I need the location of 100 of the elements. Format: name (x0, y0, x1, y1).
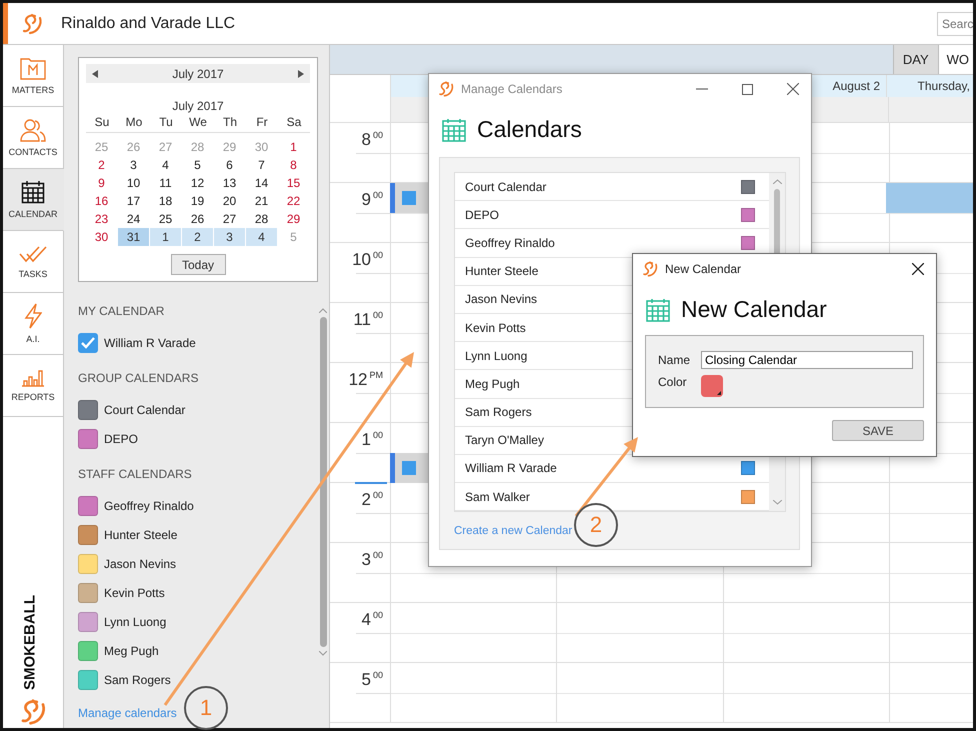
color-swatch[interactable] (78, 428, 98, 448)
day-cell[interactable]: 25 (150, 210, 181, 228)
nav-item[interactable]: MATTERS (3, 45, 64, 107)
day-cell[interactable]: 15 (278, 174, 309, 192)
day-cell[interactable]: 4 (150, 156, 181, 174)
day-cell[interactable]: 3 (118, 156, 149, 174)
hour-label: 2$^{00}$ (362, 490, 383, 510)
next-arrow-icon[interactable] (298, 70, 304, 78)
scroll-up-icon[interactable] (319, 308, 327, 313)
calendar-name: Sam Rogers (104, 672, 171, 686)
firm-title: Rinaldo and Varade LLC (61, 14, 236, 32)
day-cell[interactable]: 4 (246, 228, 277, 246)
calendar-name: Lynn Luong (104, 614, 166, 628)
day-cell[interactable]: 16 (86, 192, 117, 210)
day-cell[interactable]: 9 (86, 174, 117, 192)
day-cell[interactable]: 22 (278, 192, 309, 210)
hour-label: 10$^{00}$ (352, 250, 383, 270)
minimize-icon[interactable] (696, 88, 708, 90)
section-heading: STAFF CALENDARS (78, 466, 193, 483)
day-cell[interactable]: 26 (182, 210, 213, 228)
hour-label: 4$^{00}$ (362, 610, 383, 630)
day-cell[interactable]: 3 (214, 228, 245, 246)
day-cell[interactable]: 1 (150, 228, 181, 246)
day-cell[interactable]: 14 (246, 174, 277, 192)
weekday-label: Th (222, 115, 238, 129)
day-cell[interactable]: 23 (86, 210, 117, 228)
scroll-thumb[interactable] (320, 317, 326, 647)
day-header: Thursday, (887, 75, 973, 97)
close-icon[interactable] (912, 263, 924, 275)
nav-item[interactable]: A.I. (3, 293, 64, 355)
hour-label: 1$^{00}$ (362, 430, 383, 450)
brand-wordmark: SMOKEBALL (20, 594, 40, 692)
color-picker[interactable] (701, 375, 723, 397)
calendar-row[interactable]: Court Calendar (455, 173, 769, 202)
folder-icon (20, 56, 46, 80)
weekday-label: Su (94, 115, 110, 129)
dialog-title: Manage Calendars (461, 82, 564, 96)
day-cell[interactable]: 7 (246, 156, 277, 174)
calendar-row[interactable]: Sam Walker (455, 483, 769, 512)
step-number-badge: 2 (574, 503, 618, 547)
nav-item[interactable]: CONTACTS (3, 107, 64, 169)
search-field[interactable]: Searc (937, 12, 973, 36)
month-nav-title: July 2017 (172, 66, 224, 80)
lightning-icon (24, 303, 42, 329)
color-swatch[interactable] (78, 496, 98, 516)
weekday-label: Mo (124, 115, 144, 129)
day-cell[interactable]: 21 (246, 192, 277, 210)
color-swatch[interactable] (78, 582, 98, 602)
color-swatch[interactable] (78, 400, 98, 420)
day-cell[interactable]: 28 (246, 210, 277, 228)
today-button[interactable]: Today (170, 254, 226, 275)
day-cell[interactable]: 2 (86, 156, 117, 174)
calendar-row[interactable]: DEPO (455, 201, 769, 230)
day-cell[interactable]: 27 (214, 210, 245, 228)
bar-chart-icon (21, 369, 45, 387)
nav-item[interactable]: TASKS (3, 231, 64, 293)
day-cell[interactable]: 19 (182, 192, 213, 210)
day-cell[interactable]: 13 (214, 174, 245, 192)
day-cell[interactable]: 8 (278, 156, 309, 174)
view-tab[interactable]: WO (938, 45, 973, 74)
day-cell[interactable]: 12 (182, 174, 213, 192)
day-cell[interactable]: 11 (150, 174, 181, 192)
weekday-label: Fr (255, 115, 269, 129)
day-cell[interactable]: 2 (182, 228, 213, 246)
day-cell[interactable]: 20 (214, 192, 245, 210)
day-cell[interactable]: 6 (214, 156, 245, 174)
hour-label: 9$^{00}$ (362, 190, 383, 210)
scroll-down-icon[interactable] (772, 500, 782, 505)
view-tab[interactable]: DAY (892, 45, 938, 74)
hour-label: 12$^{PM}$ (348, 370, 383, 390)
day-cell[interactable]: 24 (118, 210, 149, 228)
nav-item[interactable]: CALENDAR (3, 169, 64, 231)
calendar-name: Geoffrey Rinaldo (104, 498, 194, 512)
color-swatch[interactable] (78, 524, 98, 544)
day-cell[interactable]: 5 (182, 156, 213, 174)
day-cell[interactable]: 17 (118, 192, 149, 210)
day-cell[interactable]: 10 (118, 174, 149, 192)
logo-icon (641, 260, 659, 278)
nav-item[interactable]: REPORTS (3, 355, 64, 417)
scroll-up-icon[interactable] (772, 179, 782, 184)
checkbox[interactable] (78, 332, 98, 352)
day-cell[interactable]: 31 (118, 228, 149, 246)
logo-icon (437, 80, 455, 98)
color-swatch[interactable] (78, 640, 98, 660)
day-cell[interactable]: 30 (86, 228, 117, 246)
field-label: Color (658, 375, 688, 389)
day-cell[interactable]: 1 (278, 138, 309, 156)
save-button[interactable]: SAVE (832, 420, 924, 441)
calendar-icon (645, 296, 671, 322)
color-swatch[interactable] (78, 670, 98, 690)
prev-arrow-icon[interactable] (92, 70, 98, 78)
color-swatch[interactable] (78, 554, 98, 574)
name-field[interactable]: Closing Calendar (701, 351, 913, 369)
close-icon[interactable] (787, 83, 799, 95)
step-number-badge: 1 (184, 686, 228, 730)
day-cell[interactable]: 29 (278, 210, 309, 228)
day-cell[interactable]: 18 (150, 192, 181, 210)
maximize-icon[interactable] (742, 84, 753, 94)
color-swatch[interactable] (78, 612, 98, 632)
scroll-down-icon[interactable] (319, 651, 327, 656)
